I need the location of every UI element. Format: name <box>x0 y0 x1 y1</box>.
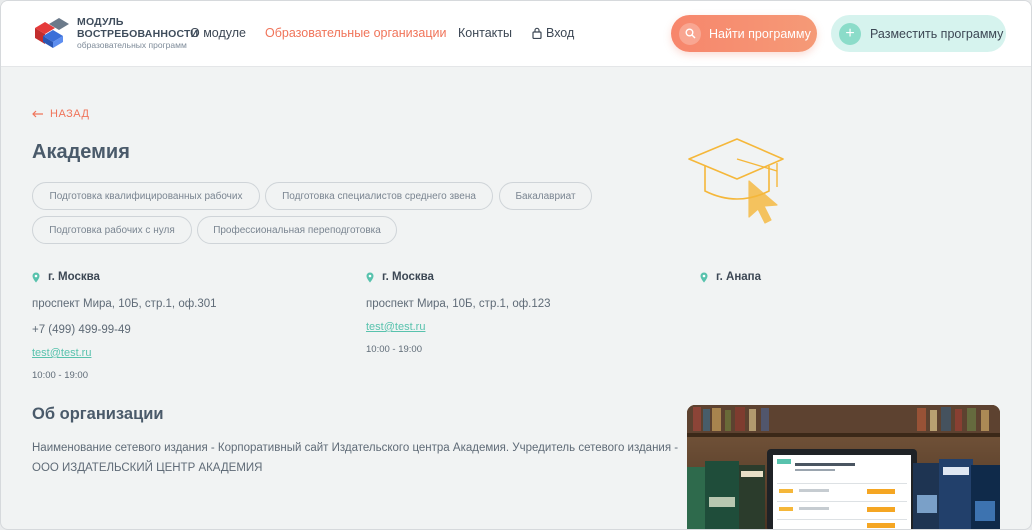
arrow-left-icon <box>32 110 43 118</box>
nav-login[interactable]: Вход <box>532 26 574 40</box>
lock-icon <box>532 27 542 39</box>
address-2-email[interactable]: test@test.ru <box>366 321 425 333</box>
tag-mid-level-specialists[interactable]: Подготовка специалистов среднего звена <box>265 182 493 210</box>
location-pin-icon <box>32 272 40 282</box>
back-link[interactable]: НАЗАД <box>32 108 89 120</box>
search-icon <box>679 22 701 45</box>
tag-bachelor[interactable]: Бакалавриат <box>499 182 592 210</box>
location-pin-icon <box>366 272 374 282</box>
address-card-1: г. Москва <box>32 271 100 283</box>
address-2-street: проспект Мира, 10Б, стр.1, оф.123 <box>366 298 551 310</box>
nav-login-label: Вход <box>546 26 575 40</box>
organization-photo <box>687 405 1000 529</box>
address-1-phone[interactable]: +7 (499) 499-99-49 <box>32 324 131 336</box>
header: МОДУЛЬ ВОСТРЕБОВАННОСТИ образовательных … <box>1 1 1031 67</box>
org-title: Академия <box>32 141 130 163</box>
nav-about[interactable]: О модуле <box>190 26 246 40</box>
address-3-city: г. Анапа <box>716 271 762 283</box>
logo-cubes-icon <box>35 18 69 48</box>
logo[interactable]: МОДУЛЬ ВОСТРЕБОВАННОСТИ образовательных … <box>31 16 198 50</box>
find-program-label: Найти программу <box>709 26 811 41</box>
logo-subtitle: образовательных программ <box>77 40 187 50</box>
page: МОДУЛЬ ВОСТРЕБОВАННОСТИ образовательных … <box>0 0 1032 530</box>
address-card-2: г. Москва <box>366 271 434 283</box>
tag-retraining[interactable]: Профессиональная переподготовка <box>197 216 397 244</box>
about-title: Об организации <box>32 405 164 423</box>
find-program-button[interactable]: Найти программу <box>671 15 817 52</box>
logo-title-2: ВОСТРЕБОВАННОСТИ <box>77 28 199 40</box>
nav-contacts[interactable]: Контакты <box>458 26 512 40</box>
address-card-3: г. Анапа <box>700 271 761 283</box>
tag-qualified-workers[interactable]: Подготовка квалифицированных рабочих <box>32 182 260 210</box>
address-2-city: г. Москва <box>382 271 434 283</box>
nav-orgs[interactable]: Образовательные организации <box>265 26 446 40</box>
address-1-hours: 10:00 - 19:00 <box>32 370 88 381</box>
about-text: Наименование сетевого издания - Корпорат… <box>32 442 679 474</box>
place-program-label: Разместить программу <box>870 26 1004 41</box>
plus-icon: + <box>839 22 861 45</box>
tag-workers-from-scratch[interactable]: Подготовка рабочих с нуля <box>32 216 192 244</box>
graduation-cap-icon <box>688 138 784 224</box>
address-2-hours: 10:00 - 19:00 <box>366 344 422 355</box>
address-1-street: проспект Мира, 10Б, стр.1, оф.301 <box>32 298 217 310</box>
logo-title-1: МОДУЛЬ <box>77 16 124 28</box>
address-1-city: г. Москва <box>48 271 100 283</box>
location-pin-icon <box>700 272 708 282</box>
address-1-email[interactable]: test@test.ru <box>32 347 91 359</box>
back-label: НАЗАД <box>50 108 90 120</box>
place-program-button[interactable]: + Разместить программу <box>831 15 1006 52</box>
